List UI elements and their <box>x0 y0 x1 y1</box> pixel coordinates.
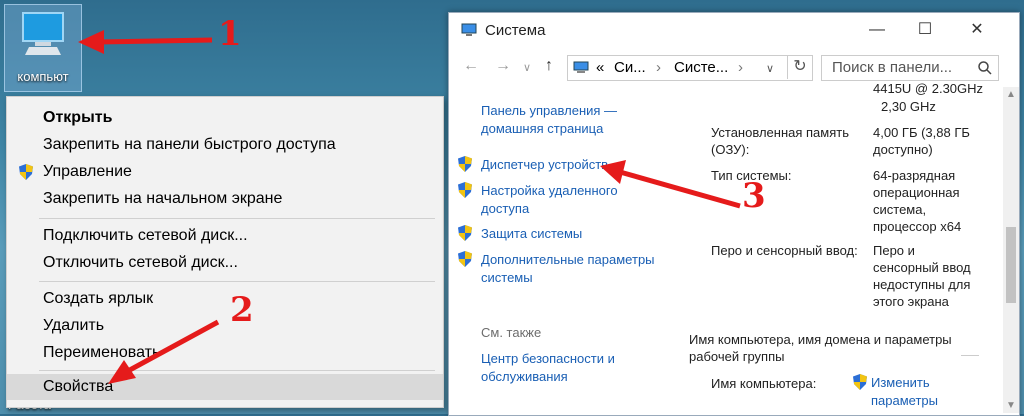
arrow-head-icon <box>108 360 136 384</box>
annotation-arrow-2 <box>124 319 220 375</box>
annotation-number-2: 2 <box>230 290 254 330</box>
arrow-head-icon <box>78 30 104 54</box>
annotation-overlay <box>78 30 741 384</box>
annotation-number-3: 3 <box>742 176 766 216</box>
annotation-arrow-1 <box>97 37 213 45</box>
annotation-arrow-3 <box>619 169 741 209</box>
annotation-number-1: 1 <box>218 14 242 54</box>
arrow-head-icon <box>600 160 626 184</box>
